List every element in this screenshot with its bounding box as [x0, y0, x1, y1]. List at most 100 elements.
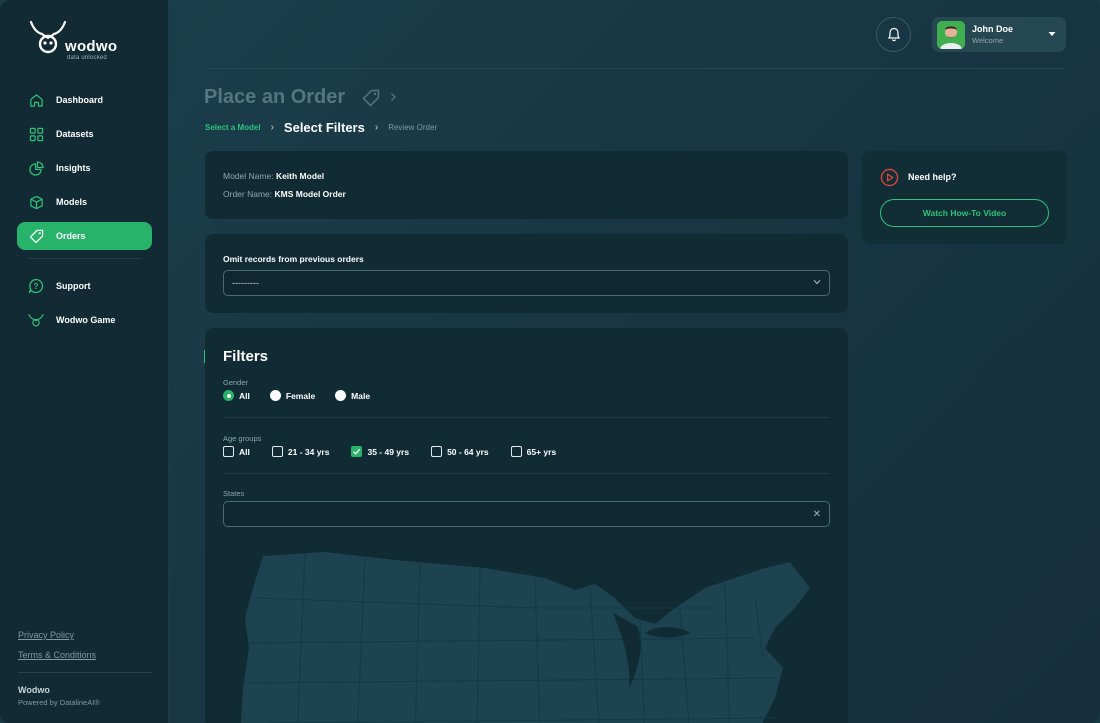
sidebar-item-dashboard[interactable]: Dashboard: [17, 86, 152, 114]
sidebar-item-insights[interactable]: Insights: [17, 154, 152, 182]
privacy-policy-link[interactable]: Privacy Policy: [18, 630, 96, 640]
svg-text:?: ?: [34, 282, 39, 291]
wodwo-logo[interactable]: wodwo data unlocked: [28, 18, 138, 64]
order-summary-card: Model Name: Keith Model Order Name: KMS …: [205, 151, 848, 219]
page-title: Place an Order: [204, 86, 346, 108]
age-checkbox-21-34[interactable]: 21 - 34 yrs: [271, 446, 330, 457]
sidebar-item-label: Support: [56, 281, 91, 291]
chevron-down-icon: [813, 279, 821, 285]
sidebar-item-datasets[interactable]: Datasets: [17, 120, 152, 148]
footer-brand-name: Wodwo: [18, 685, 50, 695]
radio-unselected: [269, 390, 281, 401]
watch-video-button[interactable]: Watch How-To Video: [880, 199, 1049, 227]
footer-links: Privacy Policy Terms & Conditions: [18, 630, 96, 670]
omit-records-label: Omit records from previous orders: [223, 254, 364, 264]
clear-icon[interactable]: ✕: [813, 509, 821, 520]
terms-conditions-link[interactable]: Terms & Conditions: [18, 650, 96, 660]
avatar: [937, 20, 965, 49]
model-name-value: Keith Model: [275, 171, 325, 181]
breadcrumb-step-review-order[interactable]: Review Order: [388, 123, 437, 132]
age-groups-checkbox-group: All 21 - 34 yrs 35 - 49 yrs 50 - 64 yrs: [223, 446, 578, 457]
gender-radio-group: All Female Male: [223, 390, 390, 401]
sidebar-item-support[interactable]: ? Support: [17, 272, 152, 300]
sidebar-item-wodwo-game[interactable]: Wodwo Game: [17, 306, 152, 334]
help-title: Need help?: [908, 172, 957, 182]
checkbox-unchecked: [223, 446, 234, 457]
order-name-label: Order Name:: [223, 189, 273, 199]
filters-title: Filters: [223, 348, 269, 365]
sidebar: wodwo data unlocked Dashboard Datasets I…: [0, 0, 169, 723]
gender-radio-all[interactable]: All: [223, 390, 250, 401]
logo-wordmark: wodwo: [65, 38, 118, 55]
app-window: wodwo data unlocked Dashboard Datasets I…: [0, 0, 1100, 723]
checkbox-label: All: [239, 446, 250, 457]
age-checkbox-all[interactable]: All: [223, 446, 250, 457]
check-icon: [353, 448, 361, 455]
radio-label: Female: [285, 390, 316, 401]
age-checkbox-50-64[interactable]: 50 - 64 yrs: [431, 446, 489, 457]
sidebar-item-orders[interactable]: Orders: [17, 222, 152, 250]
states-input[interactable]: ✕: [223, 501, 830, 527]
chevron-right-icon: ›: [270, 122, 274, 133]
wodwo-mark-icon: [28, 312, 44, 328]
sidebar-item-label: Insights: [56, 163, 91, 173]
gender-label: Gender: [223, 378, 249, 387]
checkbox-unchecked: [271, 446, 283, 457]
checkbox-checked: [351, 446, 363, 457]
breadcrumb: Select a Model › Select Filters › Review…: [205, 120, 437, 135]
radio-label: All: [239, 390, 250, 401]
sidebar-item-label: Datasets: [56, 129, 94, 139]
notifications-button[interactable]: [876, 17, 911, 52]
footer-divider: [18, 672, 152, 673]
user-name: John Doe: [972, 24, 1014, 34]
chevron-right-icon: ›: [374, 122, 379, 133]
gender-radio-male[interactable]: Male: [335, 390, 370, 401]
sidebar-item-label: Dashboard: [56, 95, 104, 105]
model-name-row: Model Name: Keith Model: [223, 171, 324, 181]
radio-label: Male: [351, 390, 371, 401]
filters-divider: [223, 417, 830, 418]
gender-radio-female[interactable]: Female: [269, 390, 316, 401]
play-circle-icon: [880, 168, 899, 187]
sidebar-item-models[interactable]: Models: [17, 188, 152, 216]
omit-records-select[interactable]: ---------: [223, 270, 830, 296]
age-checkbox-65-plus[interactable]: 65+ yrs: [510, 446, 557, 457]
order-name-row: Order Name: KMS Model Order: [223, 189, 346, 199]
chevron-down-icon: [1048, 32, 1056, 36]
states-label: States: [223, 489, 245, 498]
model-name-label: Model Name:: [223, 171, 274, 181]
filters-divider: [223, 473, 830, 474]
radio-selected: [223, 390, 234, 401]
footer-powered-by: Powered by DatalineAI®: [18, 698, 100, 707]
logo-tagline: data unlocked: [67, 55, 107, 61]
sidebar-item-label: Wodwo Game: [56, 315, 116, 325]
breadcrumb-step-select-model[interactable]: Select a Model: [205, 123, 261, 132]
help-card: Need help? Watch How-To Video: [862, 151, 1067, 244]
checkbox-label: 21 - 34 yrs: [287, 446, 330, 457]
header-divider: [205, 68, 1065, 69]
grid-icon: [28, 126, 44, 142]
tag-icon: [28, 228, 44, 244]
cube-icon: [28, 194, 44, 210]
checkbox-label: 35 - 49 yrs: [367, 446, 410, 457]
us-states-map[interactable]: [235, 538, 835, 723]
checkbox-label: 65+ yrs: [526, 446, 557, 457]
checkbox-unchecked: [510, 446, 522, 457]
omit-records-card: Omit records from previous orders ------…: [205, 234, 848, 313]
chevron-right-icon: [391, 93, 396, 101]
bell-icon: [887, 27, 900, 42]
breadcrumb-step-select-filters[interactable]: Select Filters: [284, 120, 365, 135]
omit-records-value: ---------: [232, 278, 259, 288]
sidebar-item-label: Models: [56, 197, 88, 207]
help-chat-icon: ?: [28, 278, 44, 294]
wodwo-logo-icon: [29, 20, 67, 54]
filters-card: Filters Gender All Female Male Age group…: [205, 328, 848, 723]
age-checkbox-35-49[interactable]: 35 - 49 yrs: [351, 446, 409, 457]
checkbox-label: 50 - 64 yrs: [447, 446, 489, 457]
sidebar-divider: [28, 258, 142, 259]
order-name-value: KMS Model Order: [274, 189, 346, 199]
home-icon: [28, 92, 44, 108]
user-menu[interactable]: John Doe Welcome: [932, 17, 1066, 52]
pie-chart-icon: [28, 160, 44, 176]
user-subtitle: Welcome: [972, 36, 1004, 45]
